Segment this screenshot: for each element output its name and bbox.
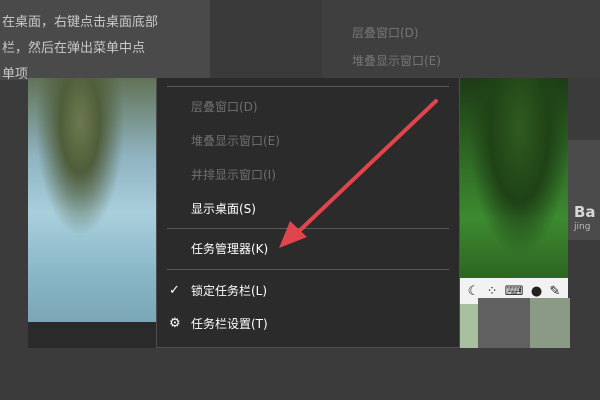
menu-item-label: 并排显示窗口(I)	[191, 168, 276, 182]
wrench-icon[interactable]: ✎	[549, 285, 560, 298]
article-text: 在桌面，右键点击桌面底部 栏，然后在弹出菜单中点 单项	[0, 0, 210, 82]
menu-item-label: 锁定任务栏(L)	[191, 284, 268, 298]
taskbar[interactable]	[28, 322, 158, 348]
menu-item-task-manager[interactable]: 任务管理器(K)	[157, 236, 459, 262]
watermark-subtext: jing	[574, 222, 591, 232]
blur-patch	[478, 298, 534, 348]
menu-item-stack-windows[interactable]: 堆叠显示窗口(E)	[157, 128, 459, 154]
article-line: 在桌面，右键点击桌面底部	[2, 15, 159, 30]
menu-item-label: 层叠窗口(D)	[191, 100, 258, 114]
moon-icon[interactable]: ☾	[468, 285, 480, 298]
watermark-logo: Ba	[574, 203, 596, 221]
menu-item-side-by-side[interactable]: 并排显示窗口(I)	[157, 162, 459, 188]
network-icon[interactable]: ⁘	[487, 285, 498, 298]
menu-item-label: 显示桌面(S)	[191, 202, 256, 216]
menu-item-show-desktop[interactable]: 显示桌面(S)	[157, 196, 459, 222]
menu-item-label: 任务栏设置(T)	[191, 317, 268, 331]
background-menu-item: 层叠窗口(D)	[352, 26, 419, 40]
menu-item-label: 堆叠显示窗口(E)	[191, 134, 280, 148]
taskbar-context-menu: 层叠窗口(D) 堆叠显示窗口(E) 并排显示窗口(I) 显示桌面(S) 任务管理…	[156, 78, 460, 348]
article-line: 栏，然后在弹出菜单中点	[2, 41, 146, 56]
blur-patch	[530, 298, 570, 348]
gear-icon: ⚙	[169, 316, 181, 331]
background-menu-item: 堆叠显示窗口(E)	[352, 54, 441, 68]
menu-item-lock-taskbar[interactable]: ✓ 锁定任务栏(L)	[157, 278, 459, 304]
wallpaper-right	[460, 78, 568, 278]
menu-item-taskbar-settings[interactable]: ⚙ 任务栏设置(T)	[157, 311, 459, 337]
menu-separator	[167, 228, 449, 229]
keyboard-icon[interactable]: ⌨	[505, 285, 524, 298]
menu-item-label: 任务管理器(K)	[191, 242, 269, 256]
wallpaper-left	[28, 78, 158, 322]
checkmark-icon: ✓	[169, 283, 180, 298]
person-icon[interactable]: ●	[531, 285, 542, 298]
menu-separator	[167, 269, 449, 270]
menu-item-cascade-windows[interactable]: 层叠窗口(D)	[157, 94, 459, 120]
menu-separator	[167, 86, 449, 87]
